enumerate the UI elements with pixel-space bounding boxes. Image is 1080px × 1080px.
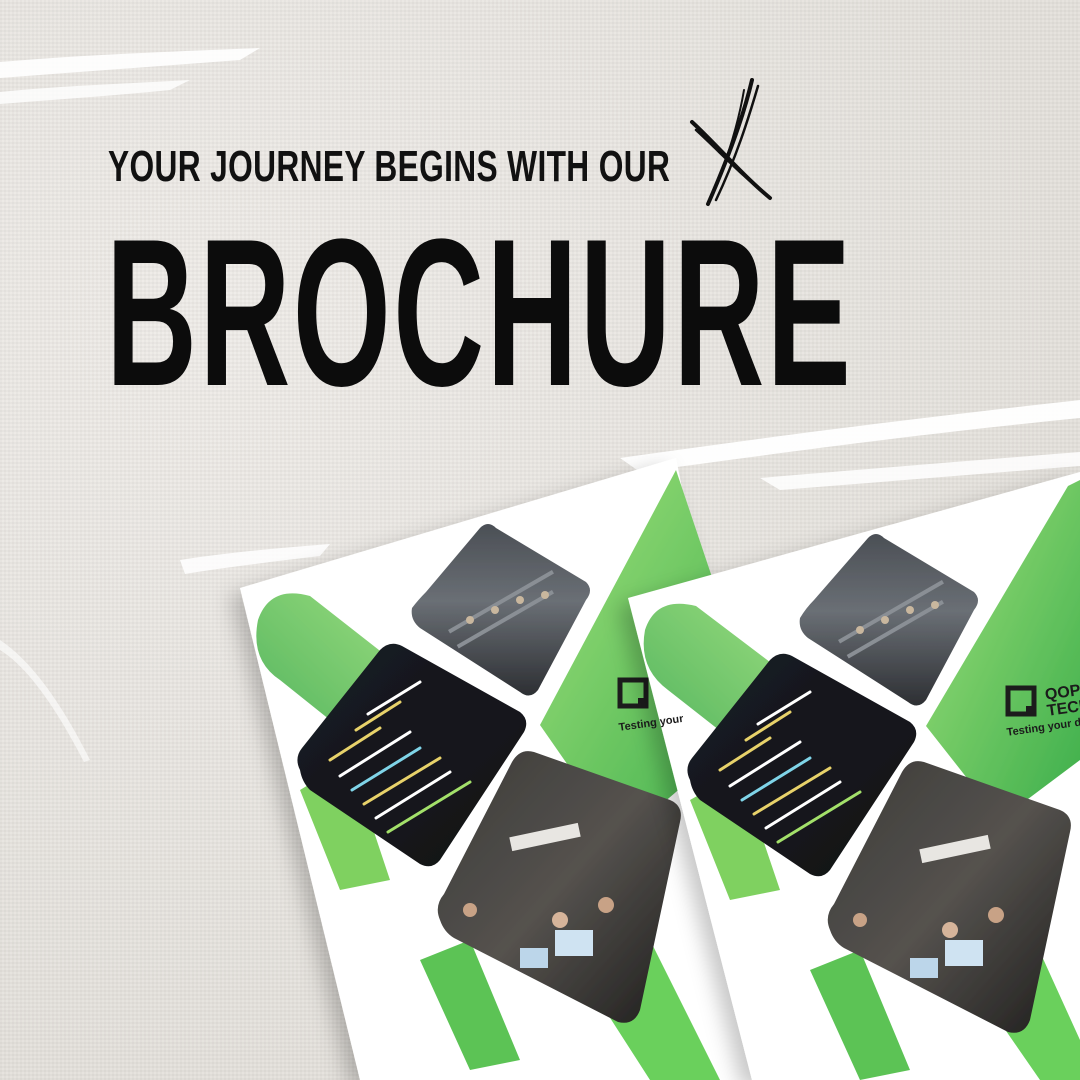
brochure-mockups: [240, 458, 1080, 1080]
